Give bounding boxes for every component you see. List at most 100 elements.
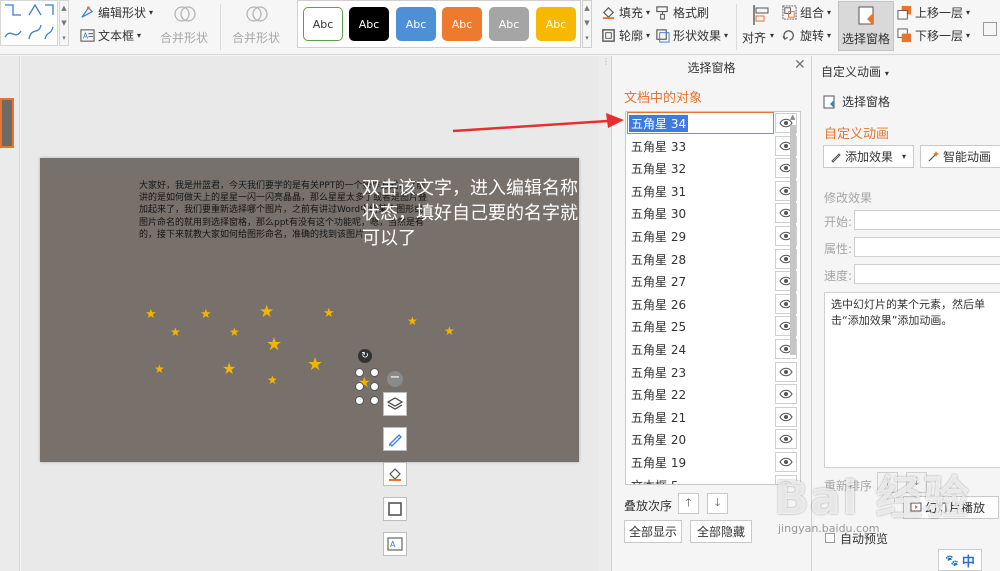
- visibility-toggle-button[interactable]: [775, 384, 797, 405]
- object-name[interactable]: 五角星 32: [629, 160, 688, 177]
- move-down-arrow-button[interactable]: 🡓: [707, 493, 728, 514]
- visibility-toggle-button[interactable]: [775, 406, 797, 427]
- object-name[interactable]: 五角星 20: [629, 431, 688, 448]
- object-name[interactable]: 五角星 27: [629, 273, 688, 290]
- format-painter-button[interactable]: 格式刷: [655, 4, 709, 21]
- style-sample-black[interactable]: Abc: [349, 7, 389, 41]
- star-icon[interactable]: ★: [267, 374, 278, 386]
- move-up-button[interactable]: 上移一层 ▾: [897, 4, 970, 21]
- resize-handle[interactable]: [370, 396, 379, 405]
- star-icon[interactable]: ★: [222, 361, 236, 377]
- connector-gallery-scroll[interactable]: ▲ ▼ ▾: [59, 0, 69, 46]
- resize-handle[interactable]: [370, 368, 379, 377]
- object-name[interactable]: 五角星 26: [629, 296, 688, 313]
- speed-select[interactable]: [854, 264, 1000, 284]
- slide-thumbnail[interactable]: [0, 98, 14, 148]
- rotate-handle-icon[interactable]: ↻: [358, 349, 372, 363]
- text-tool-button[interactable]: A: [383, 532, 407, 556]
- style-sample-white[interactable]: Abc: [303, 7, 343, 41]
- visibility-toggle-button[interactable]: [775, 361, 797, 382]
- object-name[interactable]: 五角星 24: [629, 341, 688, 358]
- object-list-item[interactable]: 五角星 21: [626, 406, 800, 429]
- outline-button[interactable]: 轮廓 ▾: [601, 27, 650, 44]
- property-select[interactable]: [854, 237, 1000, 257]
- object-name[interactable]: 五角星 21: [629, 409, 688, 426]
- object-list-item[interactable]: 五角星 22: [626, 383, 800, 406]
- selection-pane-link[interactable]: 选择窗格: [823, 93, 890, 110]
- ime-indicator[interactable]: 🐾 中: [938, 549, 982, 571]
- star-icon[interactable]: ★: [266, 336, 282, 354]
- style-sample-gray[interactable]: Abc: [489, 7, 529, 41]
- star-icon[interactable]: ★: [154, 363, 165, 375]
- ribbon-overflow-icon[interactable]: [983, 22, 997, 36]
- object-name[interactable]: 五角星 23: [629, 364, 688, 381]
- object-list-item[interactable]: 五角星 31: [626, 180, 800, 203]
- hide-all-button[interactable]: 全部隐藏: [690, 520, 752, 543]
- add-effect-button[interactable]: 添加效果 ▾: [823, 145, 914, 168]
- star-icon[interactable]: ★: [229, 326, 240, 338]
- fill-button[interactable]: 填充 ▾: [601, 4, 650, 21]
- rotate-button[interactable]: 旋转 ▾: [782, 27, 831, 44]
- object-list-item[interactable]: 五角星 20: [626, 428, 800, 451]
- object-list-item[interactable]: 五角星 26: [626, 293, 800, 316]
- pen-tool-button[interactable]: [383, 427, 407, 451]
- close-icon[interactable]: ✕: [794, 57, 806, 73]
- object-list-item[interactable]: 五角星 29: [626, 225, 800, 248]
- layers-tool-button[interactable]: [383, 392, 407, 416]
- object-list-item[interactable]: 五角星 33: [626, 135, 800, 158]
- scroll-thumb[interactable]: [790, 125, 796, 355]
- resize-handle[interactable]: [355, 382, 364, 391]
- outline-tool-button[interactable]: [383, 497, 407, 521]
- connector-gallery[interactable]: [0, 0, 58, 46]
- star-icon[interactable]: ★: [170, 326, 181, 338]
- collapse-toolbar-icon[interactable]: −: [387, 371, 403, 387]
- object-list-item[interactable]: 五角星 28: [626, 248, 800, 271]
- smart-animation-button[interactable]: 智能动画: [920, 145, 1000, 168]
- object-list-item[interactable]: 五角星 27: [626, 270, 800, 293]
- style-sample-orange[interactable]: Abc: [442, 7, 482, 41]
- object-name[interactable]: 五角星 25: [629, 318, 688, 335]
- move-up-arrow-button[interactable]: 🡑: [678, 493, 699, 514]
- slide[interactable]: 大家好，我是卅蓝君，今天我们要学的是有关PPT的一个操作方式，之前讲的是如何做天…: [40, 158, 579, 462]
- start-select[interactable]: [854, 210, 1000, 230]
- resize-handle[interactable]: [355, 396, 364, 405]
- object-name[interactable]: 五角星 33: [629, 138, 688, 155]
- object-list-item[interactable]: 五角星 34: [626, 112, 800, 135]
- text-box-button[interactable]: A 文本框 ▾: [80, 27, 141, 44]
- object-list-item[interactable]: 五角星 32: [626, 157, 800, 180]
- selection-pane-button[interactable]: 选择窗格: [838, 1, 894, 51]
- object-name[interactable]: 文本框 5: [629, 477, 680, 484]
- shape-effect-button[interactable]: 形状效果 ▾: [655, 27, 728, 44]
- object-list-item[interactable]: 五角星 30: [626, 202, 800, 225]
- group-button[interactable]: 组合 ▾: [782, 4, 831, 21]
- show-all-button[interactable]: 全部显示: [624, 520, 682, 543]
- merge-shape-button-1[interactable]: 合并形状: [160, 2, 216, 50]
- scroll-up-icon[interactable]: ▲: [790, 113, 798, 121]
- object-name[interactable]: 五角星 28: [629, 251, 688, 268]
- merge-shape-button-2[interactable]: 合并形状: [232, 2, 288, 50]
- visibility-toggle-button[interactable]: [775, 429, 797, 450]
- object-name[interactable]: 五角星 30: [629, 205, 688, 222]
- star-icon[interactable]: ★: [145, 308, 157, 321]
- star-icon[interactable]: ★: [200, 308, 212, 321]
- resize-handle[interactable]: [355, 368, 364, 377]
- resize-handle[interactable]: [370, 382, 379, 391]
- object-list-scrollbar[interactable]: ▲: [790, 113, 798, 355]
- star-icon[interactable]: ★: [307, 356, 323, 374]
- animation-pane-header[interactable]: 自定义动画 ▾: [821, 63, 889, 80]
- object-name[interactable]: 五角星 34: [629, 115, 689, 132]
- star-icon[interactable]: ★: [444, 325, 455, 337]
- object-name[interactable]: 五角星 29: [629, 228, 688, 245]
- object-list-item[interactable]: 五角星 23: [626, 361, 800, 384]
- edit-shape-button[interactable]: 编辑形状 ▾: [80, 4, 153, 21]
- star-icon[interactable]: ★: [407, 315, 418, 327]
- move-down-button[interactable]: 下移一层 ▾: [897, 27, 970, 44]
- object-name[interactable]: 五角星 31: [629, 183, 688, 200]
- fill-tool-button[interactable]: [383, 462, 407, 486]
- style-sample-blue[interactable]: Abc: [396, 7, 436, 41]
- star-icon[interactable]: ★: [323, 307, 335, 320]
- object-name[interactable]: 五角星 22: [629, 386, 688, 403]
- pane-splitter[interactable]: ⋮: [599, 56, 611, 571]
- style-sample-yellow[interactable]: Abc: [536, 7, 576, 41]
- align-button[interactable]: 对齐 ▾: [742, 2, 778, 50]
